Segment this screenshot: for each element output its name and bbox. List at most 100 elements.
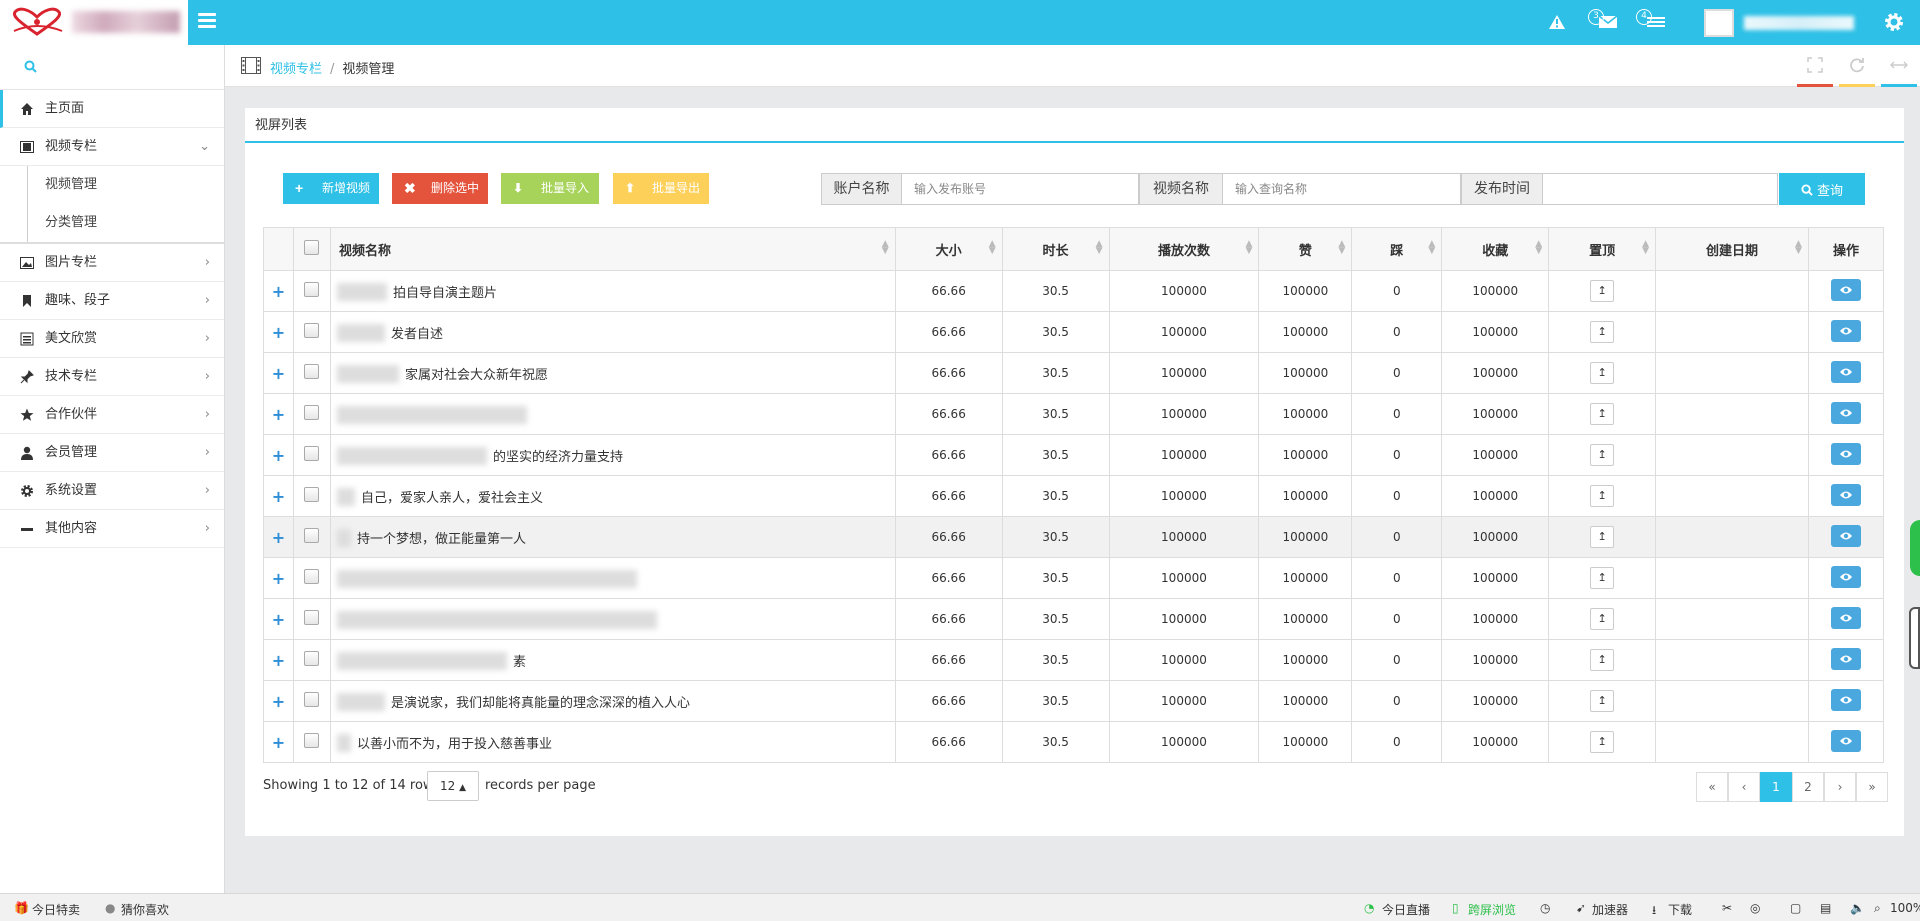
- user-menu[interactable]: [1704, 9, 1854, 37]
- volume-icon[interactable]: 🔈: [1850, 901, 1865, 915]
- expand-row-icon[interactable]: +: [272, 323, 285, 342]
- row-checkbox[interactable]: [304, 405, 320, 420]
- expand-cell[interactable]: +: [263, 639, 294, 681]
- statusbar-live[interactable]: 今日直播: [1382, 901, 1430, 918]
- checkbox-cell[interactable]: [292, 352, 331, 394]
- column-header-size[interactable]: 大小 ▲ ▼: [894, 227, 1003, 271]
- expand-cell[interactable]: +: [263, 270, 294, 312]
- reload-button[interactable]: [1839, 45, 1875, 87]
- checkbox-cell[interactable]: [292, 393, 331, 435]
- statusbar-accelerator[interactable]: 加速器: [1592, 901, 1628, 918]
- sidebar-item-pictures[interactable]: 图片专栏 ›: [0, 244, 224, 282]
- pin-top-button[interactable]: ↥: [1590, 362, 1615, 384]
- expand-cell[interactable]: +: [263, 516, 294, 558]
- sidebar-item-members[interactable]: 会员管理 ›: [0, 434, 224, 472]
- table-row[interactable]: + 拍自导自演主题片 66.66 30.5 100000 100000 0 100000 ↥: [263, 270, 1885, 312]
- checkbox-cell[interactable]: [292, 680, 331, 722]
- view-button[interactable]: [1830, 360, 1861, 383]
- table-row[interactable]: +66.66 30.5 100000 100000 0 100000 ↥: [263, 393, 1885, 435]
- expand-cell[interactable]: +: [263, 680, 294, 722]
- browser-icon[interactable]: ◎: [1750, 901, 1760, 915]
- view-button[interactable]: [1830, 442, 1861, 465]
- checkbox-cell[interactable]: [292, 639, 331, 681]
- sidebar-search[interactable]: [0, 45, 224, 90]
- video-name-input[interactable]: [1223, 173, 1461, 205]
- row-checkbox[interactable]: [304, 692, 320, 707]
- row-checkbox[interactable]: [304, 528, 320, 543]
- scrollbar-handle[interactable]: [1909, 607, 1920, 669]
- view-button[interactable]: [1830, 319, 1861, 342]
- row-checkbox[interactable]: [304, 651, 320, 666]
- page-button-2[interactable]: 2: [1792, 772, 1824, 802]
- tasks-icon[interactable]: 4: [1636, 9, 1666, 33]
- checkbox-cell[interactable]: [292, 557, 331, 599]
- checkbox-cell[interactable]: [292, 598, 331, 640]
- view-button[interactable]: [1830, 401, 1861, 424]
- column-header-created[interactable]: 创建日期 ▲ ▼: [1655, 227, 1809, 271]
- expand-row-icon[interactable]: +: [272, 528, 285, 547]
- expand-row-icon[interactable]: +: [272, 446, 285, 465]
- sidebar-item-home[interactable]: 主页面: [0, 90, 224, 128]
- table-row[interactable]: +66.66 30.5 100000 100000 0 100000 ↥: [263, 598, 1885, 640]
- expand-cell[interactable]: +: [263, 352, 294, 394]
- pin-top-button[interactable]: ↥: [1590, 526, 1615, 548]
- row-checkbox[interactable]: [304, 323, 320, 338]
- view-button[interactable]: [1830, 524, 1861, 547]
- sidebar-item-other[interactable]: 其他内容 ›: [0, 510, 224, 548]
- statusbar-today-deals[interactable]: 今日特卖: [32, 901, 80, 918]
- side-float-tab[interactable]: [1910, 520, 1920, 576]
- batch-export-button[interactable]: ⬆ 批量导出: [613, 173, 709, 204]
- prev-page-button[interactable]: ‹: [1728, 772, 1760, 802]
- checkbox-cell[interactable]: [292, 516, 331, 558]
- expand-cell[interactable]: +: [263, 557, 294, 599]
- submenu-item-video-manage[interactable]: 视频管理: [0, 166, 224, 204]
- table-row[interactable]: + 是演说家，我们却能将真能量的理念深深的植入人心 66.66 30.5 100000 1…: [263, 680, 1885, 722]
- expand-row-icon[interactable]: +: [272, 692, 285, 711]
- expand-row-icon[interactable]: +: [272, 569, 285, 588]
- expand-row-icon[interactable]: +: [272, 610, 285, 629]
- pin-top-button[interactable]: ↥: [1590, 280, 1615, 302]
- next-page-button[interactable]: ›: [1824, 772, 1856, 802]
- sidebar-item-settings[interactable]: 系统设置 ›: [0, 472, 224, 510]
- pin-top-button[interactable]: ↥: [1590, 649, 1615, 671]
- view-button[interactable]: [1830, 278, 1861, 301]
- column-header-name[interactable]: 视频名称 ▲ ▼: [329, 227, 896, 271]
- row-checkbox[interactable]: [304, 569, 320, 584]
- batch-import-button[interactable]: ⬇ 批量导入: [501, 173, 599, 204]
- query-button[interactable]: 查询: [1779, 173, 1865, 205]
- view-button[interactable]: [1830, 688, 1861, 711]
- row-checkbox[interactable]: [304, 487, 320, 502]
- column-header-favorites[interactable]: 收藏 ▲ ▼: [1441, 227, 1550, 271]
- column-header-duration[interactable]: 时长 ▲ ▼: [1001, 227, 1110, 271]
- statusbar-cross-screen[interactable]: 跨屏浏览: [1468, 901, 1516, 918]
- column-header-plays[interactable]: 播放次数 ▲ ▼: [1108, 227, 1260, 271]
- expand-row-icon[interactable]: +: [272, 487, 285, 506]
- table-row[interactable]: + 发者自述 66.66 30.5 100000 100000 0 100000 ↥: [263, 311, 1885, 353]
- pin-top-button[interactable]: ↥: [1590, 321, 1615, 343]
- table-row[interactable]: + 自己，爱家人亲人，爱社会主义 66.66 30.5 100000 100000 0 100…: [263, 475, 1885, 517]
- column-header-dislikes[interactable]: 踩 ▲ ▼: [1351, 227, 1443, 271]
- statusbar-guess-you-like[interactable]: 猜你喜欢: [121, 901, 169, 918]
- gear-icon[interactable]: [1883, 11, 1905, 37]
- table-row[interactable]: + 以善小而不为，用于投入慈善事业 66.66 30.5 100000 100000 0 10…: [263, 721, 1885, 763]
- select-all-checkbox[interactable]: [304, 239, 320, 255]
- screenshot-icon[interactable]: ✂: [1722, 901, 1732, 915]
- sidebar-item-articles[interactable]: 美文欣赏 ›: [0, 320, 224, 358]
- sidebar-item-video[interactable]: 视频专栏 ⌄: [0, 128, 224, 166]
- column-header-likes[interactable]: 赞 ▲ ▼: [1258, 227, 1353, 271]
- expand-row-icon[interactable]: +: [272, 282, 285, 301]
- row-checkbox[interactable]: [304, 282, 320, 297]
- checkbox-cell[interactable]: [292, 270, 331, 312]
- row-checkbox[interactable]: [304, 610, 320, 625]
- pin-top-button[interactable]: ↥: [1590, 444, 1615, 466]
- view-button[interactable]: [1830, 606, 1861, 629]
- first-page-button[interactable]: «: [1696, 772, 1728, 802]
- sidebar-item-tech[interactable]: 技术专栏 ›: [0, 358, 224, 396]
- pin-top-button[interactable]: ↥: [1590, 690, 1615, 712]
- submenu-item-category-manage[interactable]: 分类管理: [0, 204, 224, 242]
- pin-top-button[interactable]: ↥: [1590, 485, 1615, 507]
- pin-top-button[interactable]: ↥: [1590, 567, 1615, 589]
- sidebar-item-jokes[interactable]: 趣味、段子 ›: [0, 282, 224, 320]
- table-row[interactable]: + 家属对社会大众新年祝愿 66.66 30.5 100000 100000 0 100000…: [263, 352, 1885, 394]
- expand-cell[interactable]: +: [263, 475, 294, 517]
